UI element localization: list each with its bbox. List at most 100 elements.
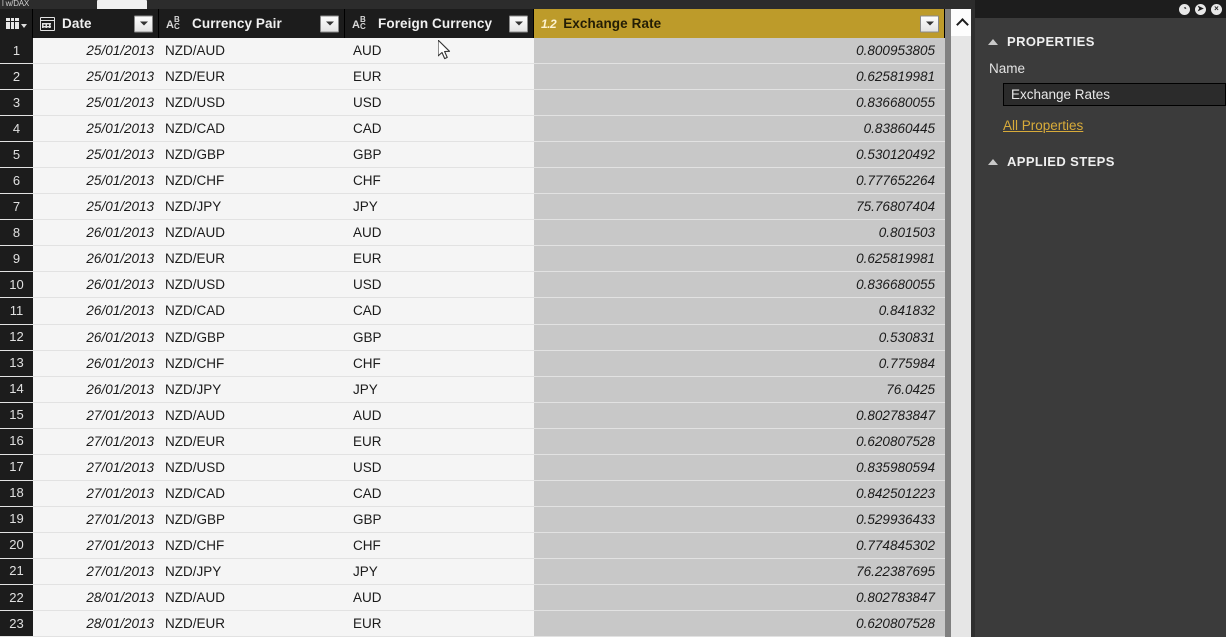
cell-pair[interactable]: NZD/GBP <box>159 507 345 532</box>
cell-fcur[interactable]: EUR <box>345 611 534 636</box>
cell-date[interactable]: 26/01/2013 <box>33 377 159 402</box>
cell-fcur[interactable]: AUD <box>345 220 534 245</box>
properties-section-header[interactable]: PROPERTIES <box>975 34 1226 49</box>
cell-rate[interactable]: 0.801503 <box>534 220 945 246</box>
cell-fcur[interactable]: EUR <box>345 429 534 454</box>
cell-pair[interactable]: NZD/CAD <box>159 116 345 141</box>
cell-date[interactable]: 27/01/2013 <box>33 481 159 506</box>
cell-fcur[interactable]: CHF <box>345 168 534 193</box>
row-number[interactable]: 16 <box>0 428 33 454</box>
row-number[interactable]: 8 <box>0 220 33 246</box>
cell-fcur[interactable]: CHF <box>345 351 534 376</box>
table-row[interactable]: 12 26/01/2013 NZD/GBP GBP 0.530831 <box>0 324 975 351</box>
cell-rate[interactable]: 0.842501223 <box>534 480 945 506</box>
cell-rate[interactable]: 0.625819981 <box>534 246 945 272</box>
table-row[interactable]: 16 27/01/2013 NZD/EUR EUR 0.620807528 <box>0 428 975 455</box>
row-number[interactable]: 15 <box>0 402 33 428</box>
cell-rate[interactable]: 0.530120492 <box>534 142 945 168</box>
cell-pair[interactable]: NZD/GBP <box>159 325 345 350</box>
pin-icon[interactable]: ➤ <box>1195 3 1206 15</box>
cell-rate[interactable]: 0.774845302 <box>534 532 945 558</box>
cell-fcur[interactable]: GBP <box>345 142 534 167</box>
cell-fcur[interactable]: CAD <box>345 298 534 323</box>
cell-date[interactable]: 26/01/2013 <box>33 351 159 376</box>
cell-pair[interactable]: NZD/AUD <box>159 585 345 610</box>
cell-pair[interactable]: NZD/CAD <box>159 298 345 323</box>
cell-pair[interactable]: NZD/USD <box>159 272 345 297</box>
cell-pair[interactable]: NZD/CAD <box>159 481 345 506</box>
row-number[interactable]: 18 <box>0 480 33 506</box>
row-number[interactable]: 1 <box>0 38 33 64</box>
cell-rate[interactable]: 0.800953805 <box>534 38 945 64</box>
table-row[interactable]: 18 27/01/2013 NZD/CAD CAD 0.842501223 <box>0 480 975 507</box>
table-row[interactable]: 4 25/01/2013 NZD/CAD CAD 0.83860445 <box>0 116 975 143</box>
cell-fcur[interactable]: EUR <box>345 246 534 271</box>
row-number[interactable]: 22 <box>0 584 33 611</box>
table-row[interactable]: 17 27/01/2013 NZD/USD USD 0.835980594 <box>0 454 975 481</box>
cell-date[interactable]: 25/01/2013 <box>33 64 159 89</box>
cell-date[interactable]: 28/01/2013 <box>33 611 159 636</box>
cell-fcur[interactable]: JPY <box>345 559 534 584</box>
row-number[interactable]: 9 <box>0 246 33 272</box>
cell-rate[interactable]: 0.529936433 <box>534 506 945 532</box>
cell-date[interactable]: 25/01/2013 <box>33 116 159 141</box>
cell-fcur[interactable]: AUD <box>345 38 534 63</box>
cell-fcur[interactable]: USD <box>345 455 534 480</box>
row-number[interactable]: 12 <box>0 324 33 350</box>
cell-fcur[interactable]: CAD <box>345 481 534 506</box>
cell-date[interactable]: 26/01/2013 <box>33 298 159 323</box>
cell-fcur[interactable]: CAD <box>345 116 534 141</box>
row-number[interactable]: 14 <box>0 376 33 402</box>
cell-rate[interactable]: 0.802783847 <box>534 584 945 611</box>
cell-date[interactable]: 27/01/2013 <box>33 403 159 428</box>
applied-steps-section-header[interactable]: APPLIED STEPS <box>975 154 1226 169</box>
cell-fcur[interactable]: GBP <box>345 325 534 350</box>
cell-date[interactable]: 27/01/2013 <box>33 429 159 454</box>
cell-fcur[interactable]: AUD <box>345 403 534 428</box>
table-row[interactable]: 14 26/01/2013 NZD/JPY JPY 76.0425 <box>0 376 975 403</box>
cell-date[interactable]: 28/01/2013 <box>33 585 159 610</box>
table-row[interactable]: 3 25/01/2013 NZD/USD USD 0.836680055 <box>0 90 975 117</box>
scroll-up-button[interactable] <box>951 9 973 36</box>
filter-dropdown-pair[interactable] <box>320 15 339 32</box>
cell-pair[interactable]: NZD/EUR <box>159 64 345 89</box>
cell-rate[interactable]: 0.530831 <box>534 324 945 350</box>
cell-fcur[interactable]: USD <box>345 272 534 297</box>
row-number[interactable]: 21 <box>0 558 33 584</box>
table-row[interactable]: 19 27/01/2013 NZD/GBP GBP 0.529936433 <box>0 506 975 533</box>
cell-date[interactable]: 27/01/2013 <box>33 507 159 532</box>
row-number[interactable]: 23 <box>0 611 33 637</box>
ribbon-tab-remnant[interactable] <box>97 0 147 9</box>
cell-rate[interactable]: 0.83860445 <box>534 116 945 142</box>
row-number[interactable]: 13 <box>0 350 33 376</box>
chevron-down-icon[interactable] <box>20 23 27 28</box>
cell-rate[interactable]: 75.76807404 <box>534 194 945 220</box>
table-row[interactable]: 5 25/01/2013 NZD/GBP GBP 0.530120492 <box>0 142 975 169</box>
filter-dropdown-date[interactable] <box>134 15 153 32</box>
table-row[interactable]: 2 25/01/2013 NZD/EUR EUR 0.625819981 <box>0 64 975 91</box>
cell-date[interactable]: 27/01/2013 <box>33 455 159 480</box>
row-number[interactable]: 5 <box>0 142 33 168</box>
row-number[interactable]: 6 <box>0 168 33 194</box>
cell-fcur[interactable]: EUR <box>345 64 534 89</box>
table-row[interactable]: 22 28/01/2013 NZD/AUD AUD 0.802783847 <box>0 584 975 612</box>
cell-pair[interactable]: NZD/JPY <box>159 559 345 584</box>
cell-pair[interactable]: NZD/AUD <box>159 220 345 245</box>
triangle-collapse-icon[interactable] <box>988 158 998 165</box>
cell-rate[interactable]: 0.625819981 <box>534 64 945 90</box>
close-icon[interactable]: × <box>1211 3 1222 15</box>
row-number[interactable]: 10 <box>0 272 33 298</box>
triangle-collapse-icon[interactable] <box>988 38 998 45</box>
cell-pair[interactable]: NZD/JPY <box>159 194 345 219</box>
cell-date[interactable]: 25/01/2013 <box>33 142 159 167</box>
cell-date[interactable]: 25/01/2013 <box>33 194 159 219</box>
table-row[interactable]: 15 27/01/2013 NZD/AUD AUD 0.802783847 <box>0 402 975 429</box>
cell-pair[interactable]: NZD/CHF <box>159 351 345 376</box>
table-row[interactable]: 23 28/01/2013 NZD/EUR EUR 0.620807528 <box>0 611 975 637</box>
cell-rate[interactable]: 0.620807528 <box>534 428 945 454</box>
table-row[interactable]: 10 26/01/2013 NZD/USD USD 0.836680055 <box>0 272 975 299</box>
row-number[interactable]: 20 <box>0 532 33 558</box>
cell-rate[interactable]: 76.22387695 <box>534 558 945 584</box>
cell-date[interactable]: 25/01/2013 <box>33 38 159 63</box>
cell-pair[interactable]: NZD/AUD <box>159 403 345 428</box>
